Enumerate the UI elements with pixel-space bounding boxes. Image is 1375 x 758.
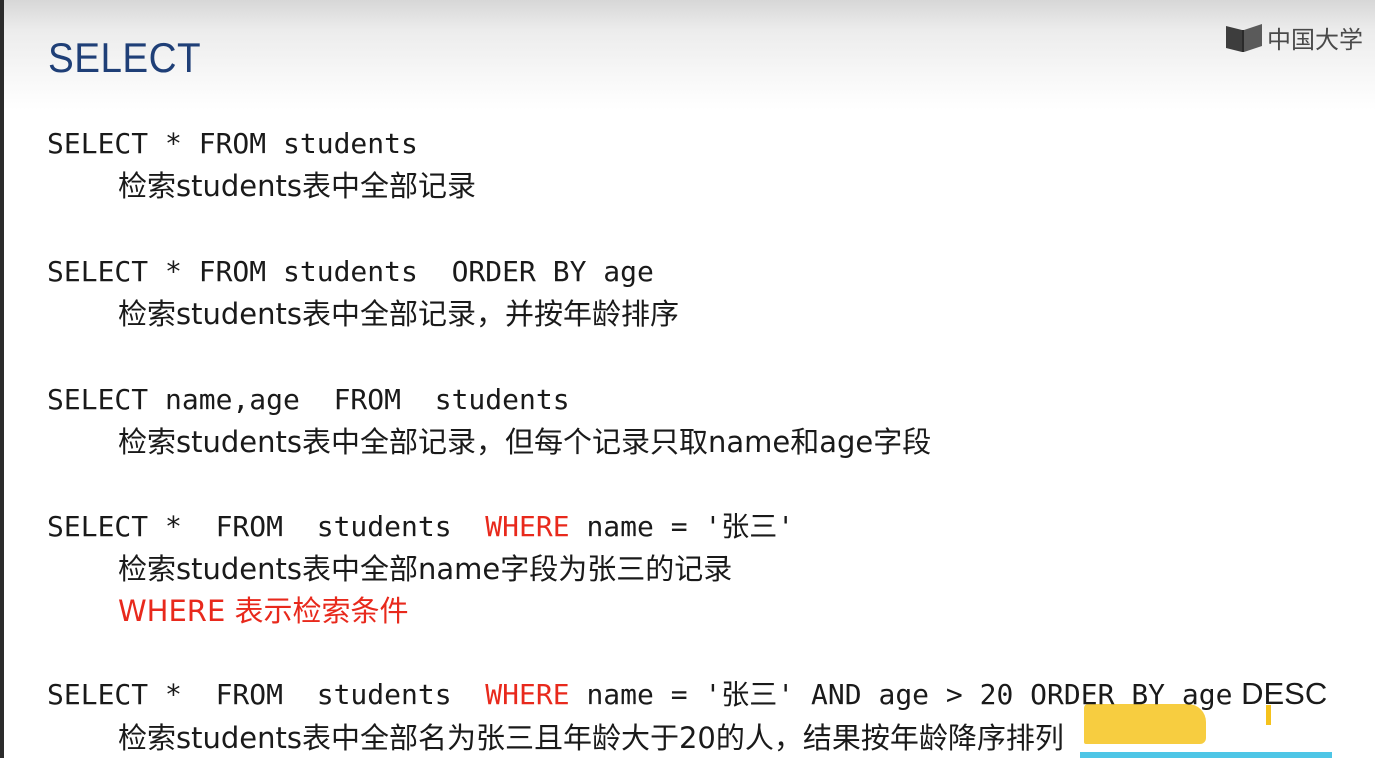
sql-example-2: SELECT * FROM students ORDER BY age (47, 255, 654, 288)
where-keyword: WHERE (485, 510, 570, 543)
sql-example-4-condition: name = '张三' (569, 510, 795, 543)
sql-example-1: SELECT * FROM students (47, 127, 418, 160)
where-keyword: WHERE (485, 678, 570, 711)
sql-example-4-description: 检索students表中全部name字段为张三的记录 (118, 552, 733, 586)
where-note: WHERE 表示检索条件 (118, 594, 409, 628)
sql-example-5-condition: name = '张三' AND age > 20 ORDER BY age (569, 678, 1233, 711)
book-logo-icon (1226, 24, 1262, 52)
sql-example-3: SELECT name,age FROM students (47, 383, 570, 416)
slide-title: SELECT (48, 34, 202, 81)
sql-example-3-description: 检索students表中全部记录，但每个记录只取name和age字段 (118, 425, 932, 459)
sql-example-4: SELECT * FROM students WHERE name = '张三' (47, 510, 794, 544)
window-frame-edge (0, 0, 4, 758)
logo-text: 中国大学 (1267, 25, 1363, 54)
sql-example-5: SELECT * FROM students WHERE name = '张三'… (47, 677, 1327, 712)
desc-keyword: DESC (1241, 676, 1328, 711)
sql-example-4-code: SELECT * FROM students (47, 510, 486, 543)
sql-example-2-description: 检索students表中全部记录，并按年龄排序 (118, 297, 679, 331)
site-logo: 中国大学 (1224, 19, 1363, 55)
sql-example-5-code: SELECT * FROM students (47, 678, 486, 711)
sql-example-5-description: 检索students表中全部名为张三且年龄大于20的人，结果按年龄降序排列 (118, 721, 1064, 755)
slide-header-band (4, 0, 1375, 110)
sql-example-1-description: 检索students表中全部记录 (118, 169, 476, 203)
bottom-accent-bar (1080, 752, 1332, 758)
